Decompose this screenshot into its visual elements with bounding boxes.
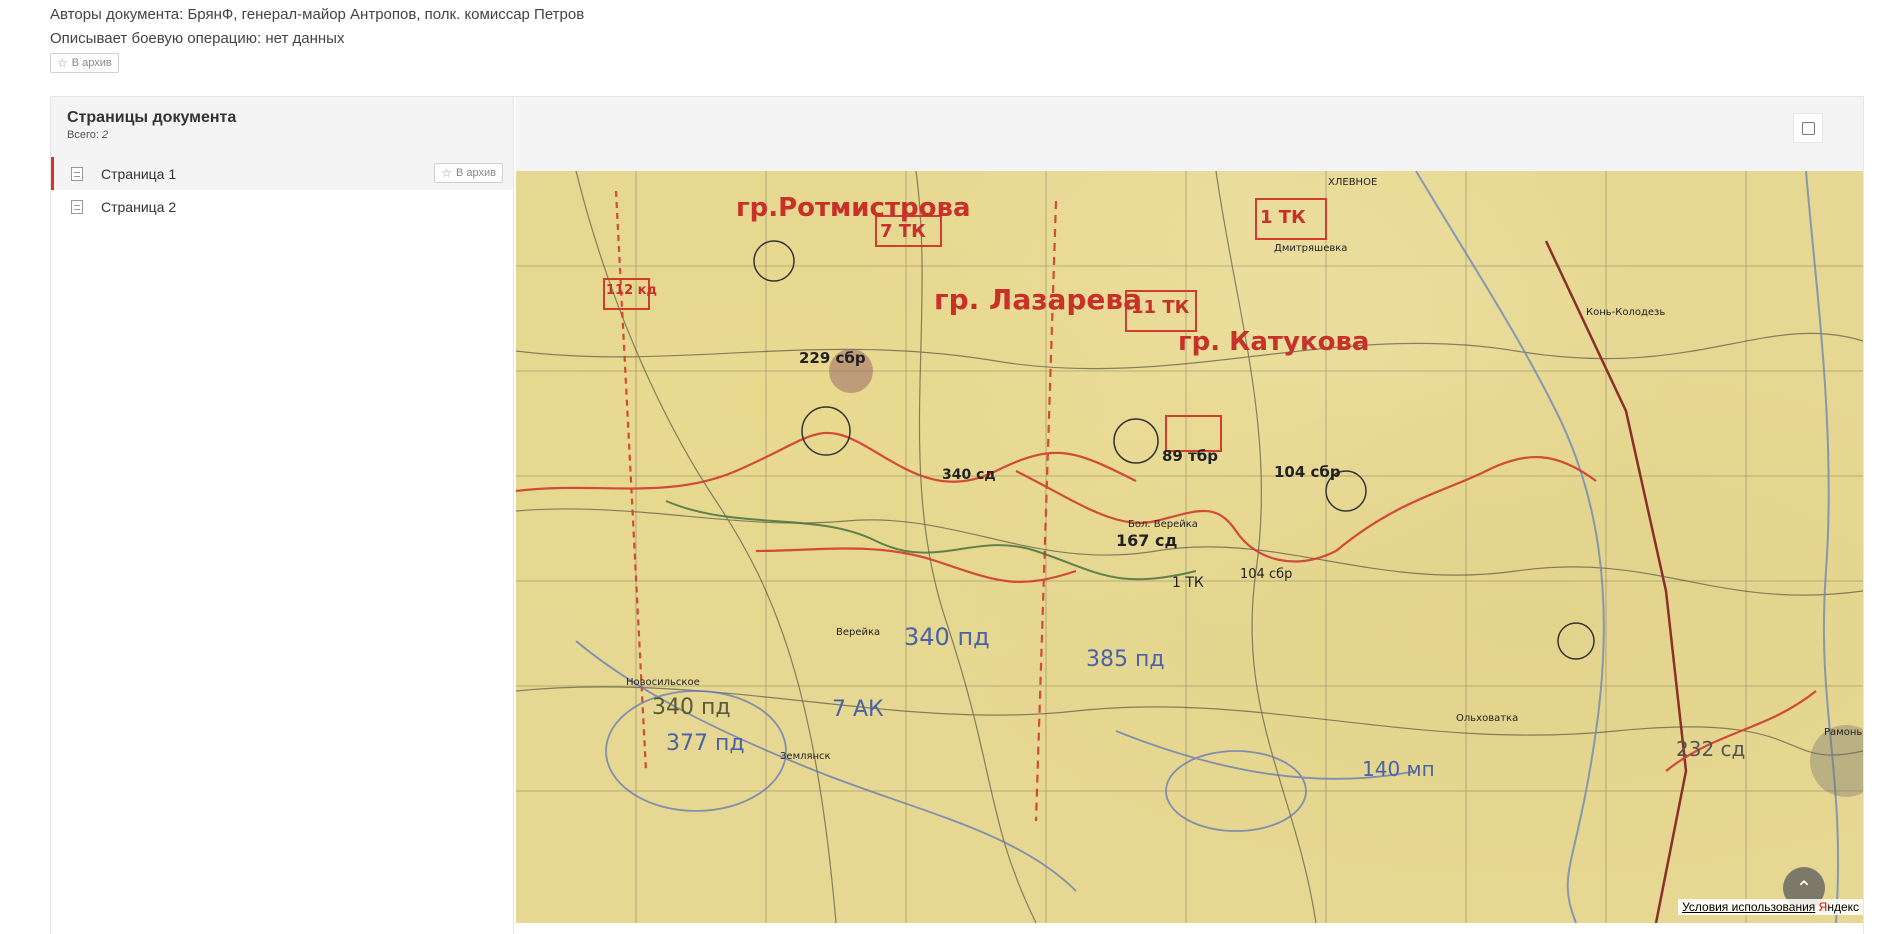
page-item-label: Страница 2 bbox=[101, 198, 177, 215]
map-attribution: Условия использования Яндекс bbox=[1678, 899, 1863, 915]
document-meta: Авторы документа: БрянФ, генерал-майор А… bbox=[50, 6, 584, 54]
map-label-377pd: 377 пд bbox=[666, 731, 745, 756]
map-label-dmitryashevka: Дмитряшевка bbox=[1274, 243, 1348, 254]
map-label-7tk: 7 ТК bbox=[880, 221, 926, 242]
page-archive-button[interactable]: ☆ В архив bbox=[434, 163, 503, 183]
map-label-167sd: 167 сд bbox=[1116, 531, 1178, 550]
map-label-bol-vereika: Бол. Верейка bbox=[1128, 519, 1198, 530]
document-icon bbox=[71, 199, 83, 214]
yandex-logo: Яндекс bbox=[1819, 900, 1859, 914]
document-operation: Описывает боевую операцию: нет данных bbox=[50, 30, 345, 47]
map-label-kon-kolodez: Конь-Колодезь bbox=[1586, 307, 1666, 318]
map-label-1tk-south: 1 ТК bbox=[1172, 575, 1204, 591]
pages-count-label: Всего: bbox=[67, 129, 99, 141]
star-icon: ☆ bbox=[57, 56, 68, 70]
document-authors: Авторы документа: БрянФ, генерал-майор А… bbox=[50, 6, 585, 23]
star-icon: ☆ bbox=[441, 166, 452, 180]
map-label-ramon: Рамонь bbox=[1824, 727, 1863, 738]
expand-button[interactable] bbox=[1793, 113, 1823, 143]
map-label-340pd-west: 340 пд bbox=[652, 695, 731, 720]
chevron-up-icon: ⌃ bbox=[1795, 877, 1813, 900]
map-label-7ak: 7 АК bbox=[832, 697, 884, 722]
page-viewer: гр.Ротмистрова 7 ТК гр. Лазарева 11 ТК г… bbox=[516, 97, 1863, 934]
pages-count: Всего: 2 bbox=[67, 129, 513, 141]
map-label-340pd: 340 пд bbox=[904, 623, 990, 651]
map-label-lazarev: гр. Лазарева bbox=[934, 283, 1143, 316]
document-icon bbox=[71, 166, 83, 181]
map-label-katukov: гр. Катукова bbox=[1178, 327, 1370, 357]
page-item-1[interactable]: Страница 1 ☆ В архив bbox=[51, 157, 513, 190]
archive-button-label: В архив bbox=[71, 57, 112, 69]
sidebar-header: Страницы документа Всего: 2 bbox=[51, 97, 513, 157]
map-label-340sd: 340 сд bbox=[942, 467, 996, 483]
map-label-olhovatka: Ольховатка bbox=[1456, 713, 1519, 724]
pages-sidebar: Страницы документа Всего: 2 Страница 1 ☆… bbox=[51, 97, 514, 934]
map-label-11tk: 11 ТК bbox=[1131, 297, 1190, 318]
map-label-140mp: 140 мп bbox=[1362, 757, 1435, 781]
yandex-logo-y: Я bbox=[1818, 900, 1828, 914]
map-label-112kd: 112 кд bbox=[606, 283, 657, 298]
map-label-1tk: 1 ТК bbox=[1260, 207, 1306, 228]
page-item-label: Страница 1 bbox=[101, 165, 177, 182]
archive-button[interactable]: ☆ В архив bbox=[50, 53, 119, 73]
pages-count-value: 2 bbox=[101, 129, 109, 141]
terms-of-use-link[interactable]: Условия использования bbox=[1682, 900, 1815, 914]
document-map-image[interactable]: гр.Ротмистрова 7 ТК гр. Лазарева 11 ТК г… bbox=[516, 171, 1863, 923]
viewer-toolbar bbox=[516, 97, 1863, 171]
page-item-2[interactable]: Страница 2 bbox=[51, 190, 513, 223]
map-lines bbox=[516, 171, 1863, 923]
map-label-385pd: 385 пд bbox=[1086, 647, 1165, 672]
document-viewer-panel: Страницы документа Всего: 2 Страница 1 ☆… bbox=[50, 96, 1864, 934]
map-label-229sbr: 229 сбр bbox=[799, 349, 866, 367]
map-label-104sbr: 104 сбр bbox=[1274, 463, 1341, 481]
map-label-novosilskoe: Новосильское bbox=[626, 677, 700, 688]
map-label-zemlyansk: Землянск bbox=[780, 751, 831, 762]
map-label-232sd: 232 сд bbox=[1676, 737, 1746, 761]
map-label-104sbr-south: 104 сбр bbox=[1240, 567, 1293, 582]
map-label-rotmistrov: гр.Ротмистрова bbox=[736, 193, 971, 223]
map-label-89tbr: 89 тбр bbox=[1162, 447, 1219, 465]
sidebar-title: Страницы документа bbox=[67, 109, 237, 126]
map-label-hlevnoe: ХЛЕВНОЕ bbox=[1328, 177, 1378, 188]
expand-icon bbox=[1801, 121, 1815, 135]
yandex-logo-rest: ндекс bbox=[1827, 900, 1859, 914]
map-label-vereika: Верейка bbox=[836, 627, 881, 638]
page-archive-label: В архив bbox=[456, 167, 496, 179]
